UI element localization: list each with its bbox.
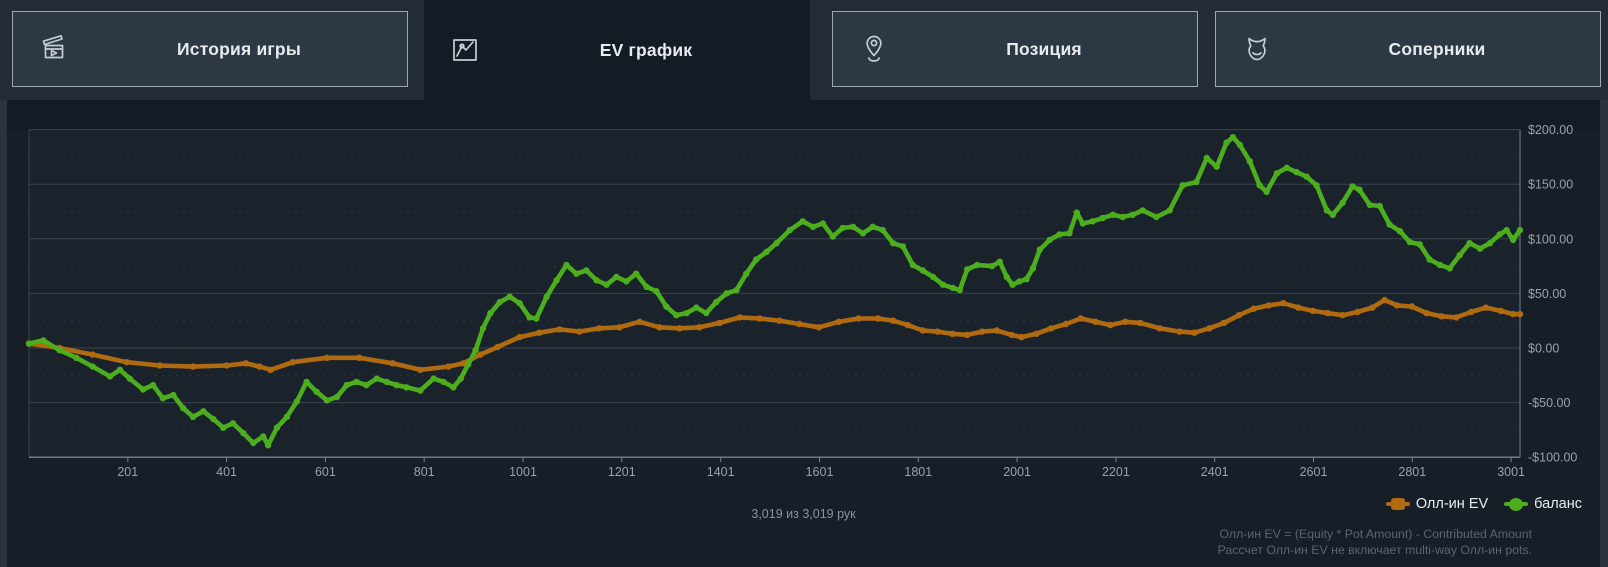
svg-text:2801: 2801 (1398, 465, 1426, 479)
tab-game-history[interactable]: История игры (12, 11, 408, 87)
svg-text:-$50.00: -$50.00 (1528, 396, 1570, 410)
legend-balance-label: баланс (1534, 496, 1582, 512)
legend-item-allin-ev: Олл-ин EV (1385, 496, 1489, 512)
svg-text:1601: 1601 (806, 465, 834, 479)
ev-formula-note: Олл-ин EV = (Equity * Pot Amount) - Cont… (1218, 526, 1532, 558)
tab-opponents-label: Соперники (1388, 38, 1486, 59)
svg-text:$0.00: $0.00 (1528, 342, 1559, 356)
svg-text:801: 801 (414, 465, 435, 479)
svg-text:2401: 2401 (1201, 465, 1229, 479)
svg-text:$100.00: $100.00 (1528, 232, 1573, 246)
svg-text:$200.00: $200.00 (1528, 123, 1573, 137)
chart-legend: Олл-ин EV баланс (1385, 496, 1582, 512)
ev-formula-line1: Олл-ин EV = (Equity * Pot Amount) - Cont… (1219, 527, 1532, 541)
svg-text:2001: 2001 (1003, 465, 1031, 479)
svg-text:3001: 3001 (1497, 465, 1525, 479)
ev-formula-line2: Рассчет Олл-ин EV не включает multi-way … (1217, 543, 1532, 557)
tab-bar: История игры EV график Позиция Соперники (0, 0, 1608, 100)
svg-text:1201: 1201 (608, 465, 636, 479)
svg-text:601: 601 (315, 465, 336, 479)
ev-chart-canvas: $200.00 $150.00 $100.00 $50.00 $0.00 -$50.00 -… (25, 123, 1577, 479)
svg-text:$150.00: $150.00 (1528, 178, 1573, 192)
svg-text:1801: 1801 (904, 465, 932, 479)
tab-game-history-label: История игры (177, 38, 301, 59)
svg-text:2601: 2601 (1300, 465, 1328, 479)
svg-text:1401: 1401 (707, 465, 735, 479)
ev-graph-panel: $200.00 $150.00 $100.00 $50.00 $0.00 -$50.00 -… (7, 100, 1600, 567)
svg-text:-$100.00: -$100.00 (1528, 451, 1577, 465)
svg-text:$50.00: $50.00 (1528, 287, 1566, 301)
svg-text:2201: 2201 (1102, 465, 1130, 479)
tab-ev-graph[interactable]: EV график (424, 0, 810, 100)
location-pin-icon (866, 35, 882, 62)
allin-ev-marker-icon (1385, 497, 1410, 511)
tab-position-label: Позиция (1006, 38, 1082, 59)
clapperboard-icon (42, 34, 64, 59)
svg-text:401: 401 (216, 465, 237, 479)
tab-ev-graph-label: EV график (599, 39, 693, 60)
tab-position[interactable]: Позиция (832, 11, 1198, 87)
line-chart-icon (453, 39, 477, 61)
tab-opponents[interactable]: Соперники (1215, 11, 1601, 87)
opponent-mask-icon (1248, 37, 1266, 61)
legend-allin-ev-label: Олл-ин EV (1415, 496, 1489, 512)
svg-text:1001: 1001 (509, 465, 537, 479)
legend-item-balance: баланс (1504, 496, 1582, 512)
svg-text:201: 201 (117, 465, 138, 479)
hands-counter: 3,019 из 3,019 рук (751, 507, 856, 521)
balance-marker-icon (1504, 497, 1529, 511)
